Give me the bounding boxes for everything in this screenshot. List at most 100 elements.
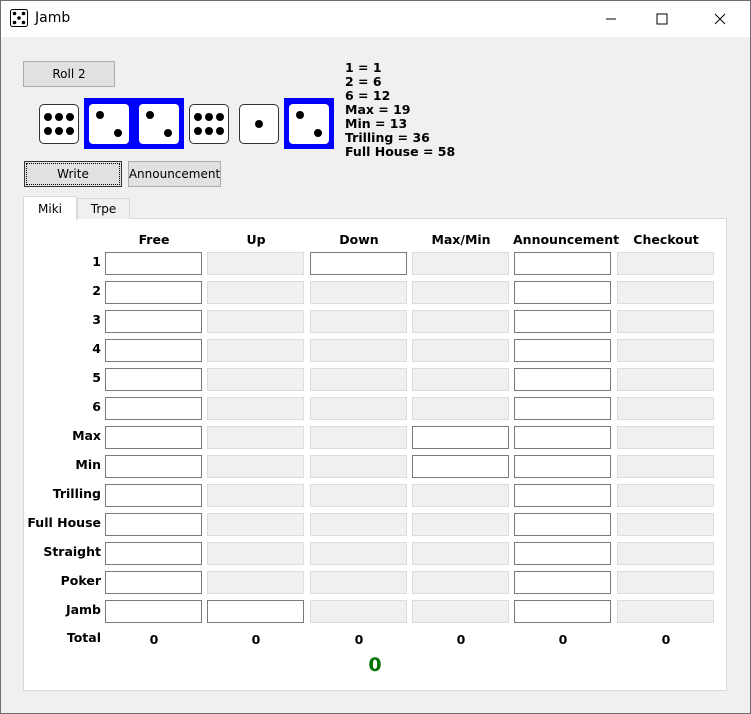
score-cell[interactable]	[514, 310, 611, 333]
score-cell	[617, 252, 714, 275]
score-cell[interactable]	[105, 368, 202, 391]
die-5-button[interactable]	[239, 104, 279, 144]
row-label: Full House	[27, 515, 101, 530]
score-cell	[310, 368, 407, 391]
row-label: Min	[75, 457, 101, 472]
score-cell[interactable]	[514, 368, 611, 391]
die-1-button[interactable]	[39, 104, 79, 144]
maximize-button[interactable]	[639, 1, 685, 37]
score-cell[interactable]	[514, 513, 611, 536]
score-cell	[207, 513, 304, 536]
score-cell[interactable]	[105, 426, 202, 449]
score-cell[interactable]	[514, 281, 611, 304]
score-cell[interactable]	[105, 600, 202, 623]
score-cell	[412, 281, 509, 304]
score-preview-line: 1 = 1	[345, 60, 382, 75]
score-cell[interactable]	[514, 252, 611, 275]
score-cell[interactable]	[105, 513, 202, 536]
close-button[interactable]	[697, 1, 743, 37]
score-cell	[617, 600, 714, 623]
score-cell	[207, 484, 304, 507]
score-cell[interactable]	[514, 426, 611, 449]
row-label: Poker	[60, 573, 101, 588]
die-pip	[44, 126, 53, 135]
tab-miki[interactable]: Miki	[23, 196, 77, 220]
score-cell	[207, 397, 304, 420]
column-header: Max/Min	[431, 232, 491, 247]
score-cell[interactable]	[105, 339, 202, 362]
die-pip	[44, 113, 53, 122]
score-cell[interactable]	[514, 571, 611, 594]
app-window: Jamb Roll 2 1 = 12 = 66 = 12 Max = 19 Min …	[0, 0, 751, 714]
score-cell	[617, 513, 714, 536]
minimize-button[interactable]	[588, 1, 634, 37]
die-pip	[215, 113, 224, 122]
score-cell	[617, 368, 714, 391]
score-cell[interactable]	[412, 426, 509, 449]
score-cell[interactable]	[514, 542, 611, 565]
maximize-icon	[656, 13, 668, 25]
score-cell[interactable]	[105, 397, 202, 420]
column-header: Free	[138, 232, 170, 247]
roll-button[interactable]: Roll 2	[23, 61, 115, 87]
window-title: Jamb	[35, 10, 71, 26]
die-3-button[interactable]	[139, 104, 179, 144]
score-cell[interactable]	[105, 571, 202, 594]
score-cell	[412, 600, 509, 623]
score-cell[interactable]	[105, 484, 202, 507]
score-cell	[310, 513, 407, 536]
column-header: Announcement	[513, 232, 620, 247]
score-cell	[412, 513, 509, 536]
die-pip	[313, 128, 322, 137]
die-6-button[interactable]	[289, 104, 329, 144]
score-cell[interactable]	[207, 600, 304, 623]
die-pip	[205, 126, 213, 135]
score-cell	[310, 484, 407, 507]
score-cell[interactable]	[105, 455, 202, 478]
score-cell	[412, 397, 509, 420]
score-cell[interactable]	[105, 542, 202, 565]
score-cell[interactable]	[514, 339, 611, 362]
score-cell	[617, 426, 714, 449]
score-preview-line: 2 = 6	[345, 74, 382, 89]
die-pip	[255, 120, 263, 128]
score-cell	[412, 484, 509, 507]
write-button[interactable]: Write	[24, 161, 122, 187]
score-cell[interactable]	[105, 281, 202, 304]
score-cell	[207, 339, 304, 362]
score-preview-line: Max = 19	[345, 102, 411, 117]
score-cell[interactable]	[514, 484, 611, 507]
die-pip	[296, 111, 305, 120]
die-pip	[194, 126, 203, 135]
score-cell	[412, 571, 509, 594]
score-cell[interactable]	[105, 310, 202, 333]
score-cell	[617, 455, 714, 478]
score-cell[interactable]	[514, 397, 611, 420]
row-label: 4	[92, 341, 101, 356]
score-cell	[310, 455, 407, 478]
score-preview-line: Min = 13	[345, 116, 408, 131]
die-4-button[interactable]	[189, 104, 229, 144]
row-label: Max	[72, 428, 101, 443]
score-cell	[207, 252, 304, 275]
total-label: Total	[66, 630, 101, 645]
title-bar: Jamb	[1, 1, 750, 37]
die-2-button[interactable]	[89, 104, 129, 144]
score-cell	[207, 310, 304, 333]
score-cell[interactable]	[412, 455, 509, 478]
row-label: Straight	[43, 544, 101, 559]
score-cell	[310, 426, 407, 449]
tab-trpe[interactable]: Trpe	[77, 198, 130, 219]
score-cell	[207, 571, 304, 594]
score-cell[interactable]	[310, 252, 407, 275]
score-cell[interactable]	[514, 600, 611, 623]
score-cell	[617, 542, 714, 565]
announcement-button[interactable]: Announcement	[128, 161, 221, 187]
score-cell[interactable]	[514, 455, 611, 478]
score-preview-line: 6 = 12	[345, 88, 391, 103]
column-total: 0	[149, 632, 159, 647]
score-cell	[617, 339, 714, 362]
score-cell	[207, 426, 304, 449]
score-cell[interactable]	[105, 252, 202, 275]
column-total: 0	[661, 632, 671, 647]
